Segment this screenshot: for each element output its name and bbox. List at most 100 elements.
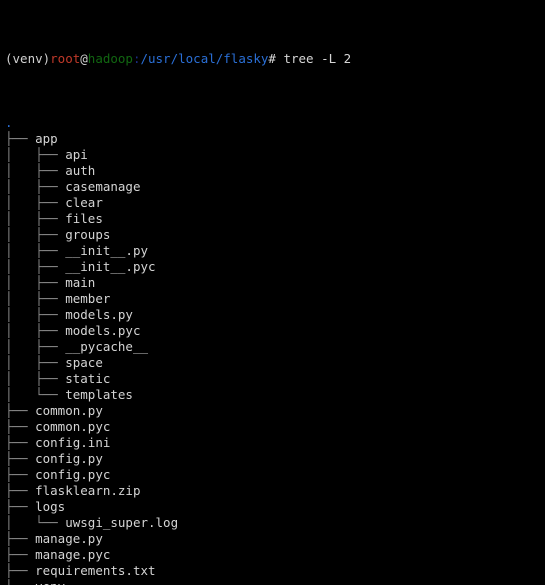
tree-entry-name: manage.py (35, 531, 103, 546)
tree-branch-glyph-icon: │ ├── (5, 195, 66, 210)
tree-branch-glyph-icon: │ ├── (5, 355, 66, 370)
command-text: tree -L 2 (275, 51, 352, 66)
tree-line: . (5, 115, 545, 131)
tree-line: │ ├── static (5, 371, 545, 387)
tree-entry-name: config.py (35, 451, 103, 466)
shell-prompt-line: (venv)root@hadoop:/usr/local/flasky# tre… (5, 51, 545, 67)
tree-entry-name: models.pyc (65, 323, 141, 338)
tree-branch-glyph-icon: ├── (5, 419, 36, 434)
tree-branch-glyph-icon: ├── (5, 131, 36, 146)
tree-branch-glyph-icon: ├── (5, 531, 36, 546)
tree-entry-name: member (65, 291, 111, 306)
tree-branch-glyph-icon: │ ├── (5, 291, 66, 306)
tree-line: │ ├── member (5, 291, 545, 307)
tree-line: │ ├── main (5, 275, 545, 291)
tree-branch-glyph-icon: │ ├── (5, 211, 66, 226)
tree-branch-glyph-icon: │ ├── (5, 275, 66, 290)
tree-line: │ ├── __pycache__ (5, 339, 545, 355)
tree-line: │ ├── clear (5, 195, 545, 211)
tree-entry-name: files (65, 211, 103, 226)
tree-entry-name: common.pyc (35, 419, 111, 434)
tree-entry-name: config.ini (35, 435, 111, 450)
tree-branch-glyph-icon: ├── (5, 499, 36, 514)
tree-line: │ ├── models.pyc (5, 323, 545, 339)
tree-branch-glyph-icon: ├── (5, 467, 36, 482)
tree-branch-glyph-icon: │ ├── (5, 243, 66, 258)
tree-branch-glyph-icon: │ ├── (5, 323, 66, 338)
tree-line: ├── manage.pyc (5, 547, 545, 563)
prompt-hostname: hadoop (87, 51, 133, 66)
tree-entry-name: templates (65, 387, 133, 402)
tree-line: │ ├── models.py (5, 307, 545, 323)
tree-branch-glyph-icon: └── (5, 579, 35, 585)
tree-entry-name: space (65, 355, 103, 370)
tree-branch-glyph-icon: ├── (5, 403, 36, 418)
tree-branch-glyph-icon: ├── (5, 547, 36, 562)
tree-branch-glyph-icon: │ └── (5, 515, 66, 530)
tree-line: ├── requirements.txt (5, 563, 545, 579)
tree-command-output: . ├── app │ ├── api │ ├── auth │ ├── caseman… (5, 115, 545, 585)
tree-entry-name: casemanage (65, 179, 141, 194)
tree-entry-name: static (65, 371, 111, 386)
tree-line: │ ├── auth (5, 163, 545, 179)
tree-line: │ ├── __init__.pyc (5, 259, 545, 275)
tree-entry-name: requirements.txt (35, 563, 156, 578)
tree-line: ├── config.py (5, 451, 545, 467)
tree-entry-name: clear (65, 195, 103, 210)
tree-line: │ ├── groups (5, 227, 545, 243)
tree-line: │ ├── casemanage (5, 179, 545, 195)
tree-branch-glyph-icon: │ ├── (5, 179, 66, 194)
tree-branch-glyph-icon: │ ├── (5, 227, 66, 242)
tree-line: │ └── templates (5, 387, 545, 403)
virtualenv-indicator: (venv) (5, 51, 51, 66)
tree-line: ├── flasklearn.zip (5, 483, 545, 499)
prompt-username: root (50, 51, 81, 66)
tree-line: │ ├── api (5, 147, 545, 163)
tree-branch-glyph-icon: ├── (5, 483, 36, 498)
tree-line: │ ├── space (5, 355, 545, 371)
terminal-screen[interactable]: (venv)root@hadoop:/usr/local/flasky# tre… (0, 0, 545, 585)
tree-entry-name: groups (65, 227, 111, 242)
tree-branch-glyph-icon: │ ├── (5, 307, 66, 322)
tree-branch-glyph-icon: ├── (5, 451, 36, 466)
tree-entry-name: common.py (35, 403, 103, 418)
prompt-at-symbol: @ (80, 51, 88, 66)
tree-entry-name: config.pyc (35, 467, 111, 482)
tree-entry-name: auth (65, 163, 96, 178)
tree-line: └── venv (5, 579, 545, 585)
tree-entry-name: flasklearn.zip (35, 483, 141, 498)
tree-line: │ ├── files (5, 211, 545, 227)
tree-root-label: . (5, 115, 13, 130)
tree-branch-glyph-icon: │ ├── (5, 163, 66, 178)
tree-branch-glyph-icon: │ └── (5, 387, 66, 402)
tree-line: ├── config.pyc (5, 467, 545, 483)
tree-entry-name: logs (35, 499, 66, 514)
tree-entry-name: main (65, 275, 96, 290)
tree-branch-glyph-icon: ├── (5, 435, 36, 450)
tree-line: ├── manage.py (5, 531, 545, 547)
tree-entry-name: uwsgi_super.log (65, 515, 179, 530)
tree-branch-glyph-icon: │ ├── (5, 371, 66, 386)
tree-branch-glyph-icon: │ ├── (5, 259, 66, 274)
tree-entry-name: models.py (65, 307, 133, 322)
tree-line: ├── config.ini (5, 435, 545, 451)
tree-branch-glyph-icon: │ ├── (5, 147, 66, 162)
tree-line: │ └── uwsgi_super.log (5, 515, 545, 531)
prompt-working-directory: /usr/local/flasky (140, 51, 269, 66)
prompt-hash-symbol: # (268, 51, 276, 66)
tree-entry-name: __pycache__ (65, 339, 149, 354)
tree-line: │ ├── __init__.py (5, 243, 545, 259)
tree-branch-glyph-icon: ├── (5, 563, 36, 578)
terminal-window[interactable]: (venv)root@hadoop:/usr/local/flasky# tre… (0, 0, 545, 585)
tree-line: ├── common.py (5, 403, 545, 419)
tree-entry-name: app (35, 131, 58, 146)
tree-entry-name: api (65, 147, 88, 162)
tree-entry-name: __init__.py (65, 243, 149, 258)
tree-entry-name: __init__.pyc (65, 259, 156, 274)
tree-line: ├── logs (5, 499, 545, 515)
tree-entry-name: manage.pyc (35, 547, 111, 562)
tree-line: ├── app (5, 131, 545, 147)
tree-branch-glyph-icon: │ ├── (5, 339, 66, 354)
tree-entry-name: venv (35, 579, 65, 585)
tree-line: ├── common.pyc (5, 419, 545, 435)
